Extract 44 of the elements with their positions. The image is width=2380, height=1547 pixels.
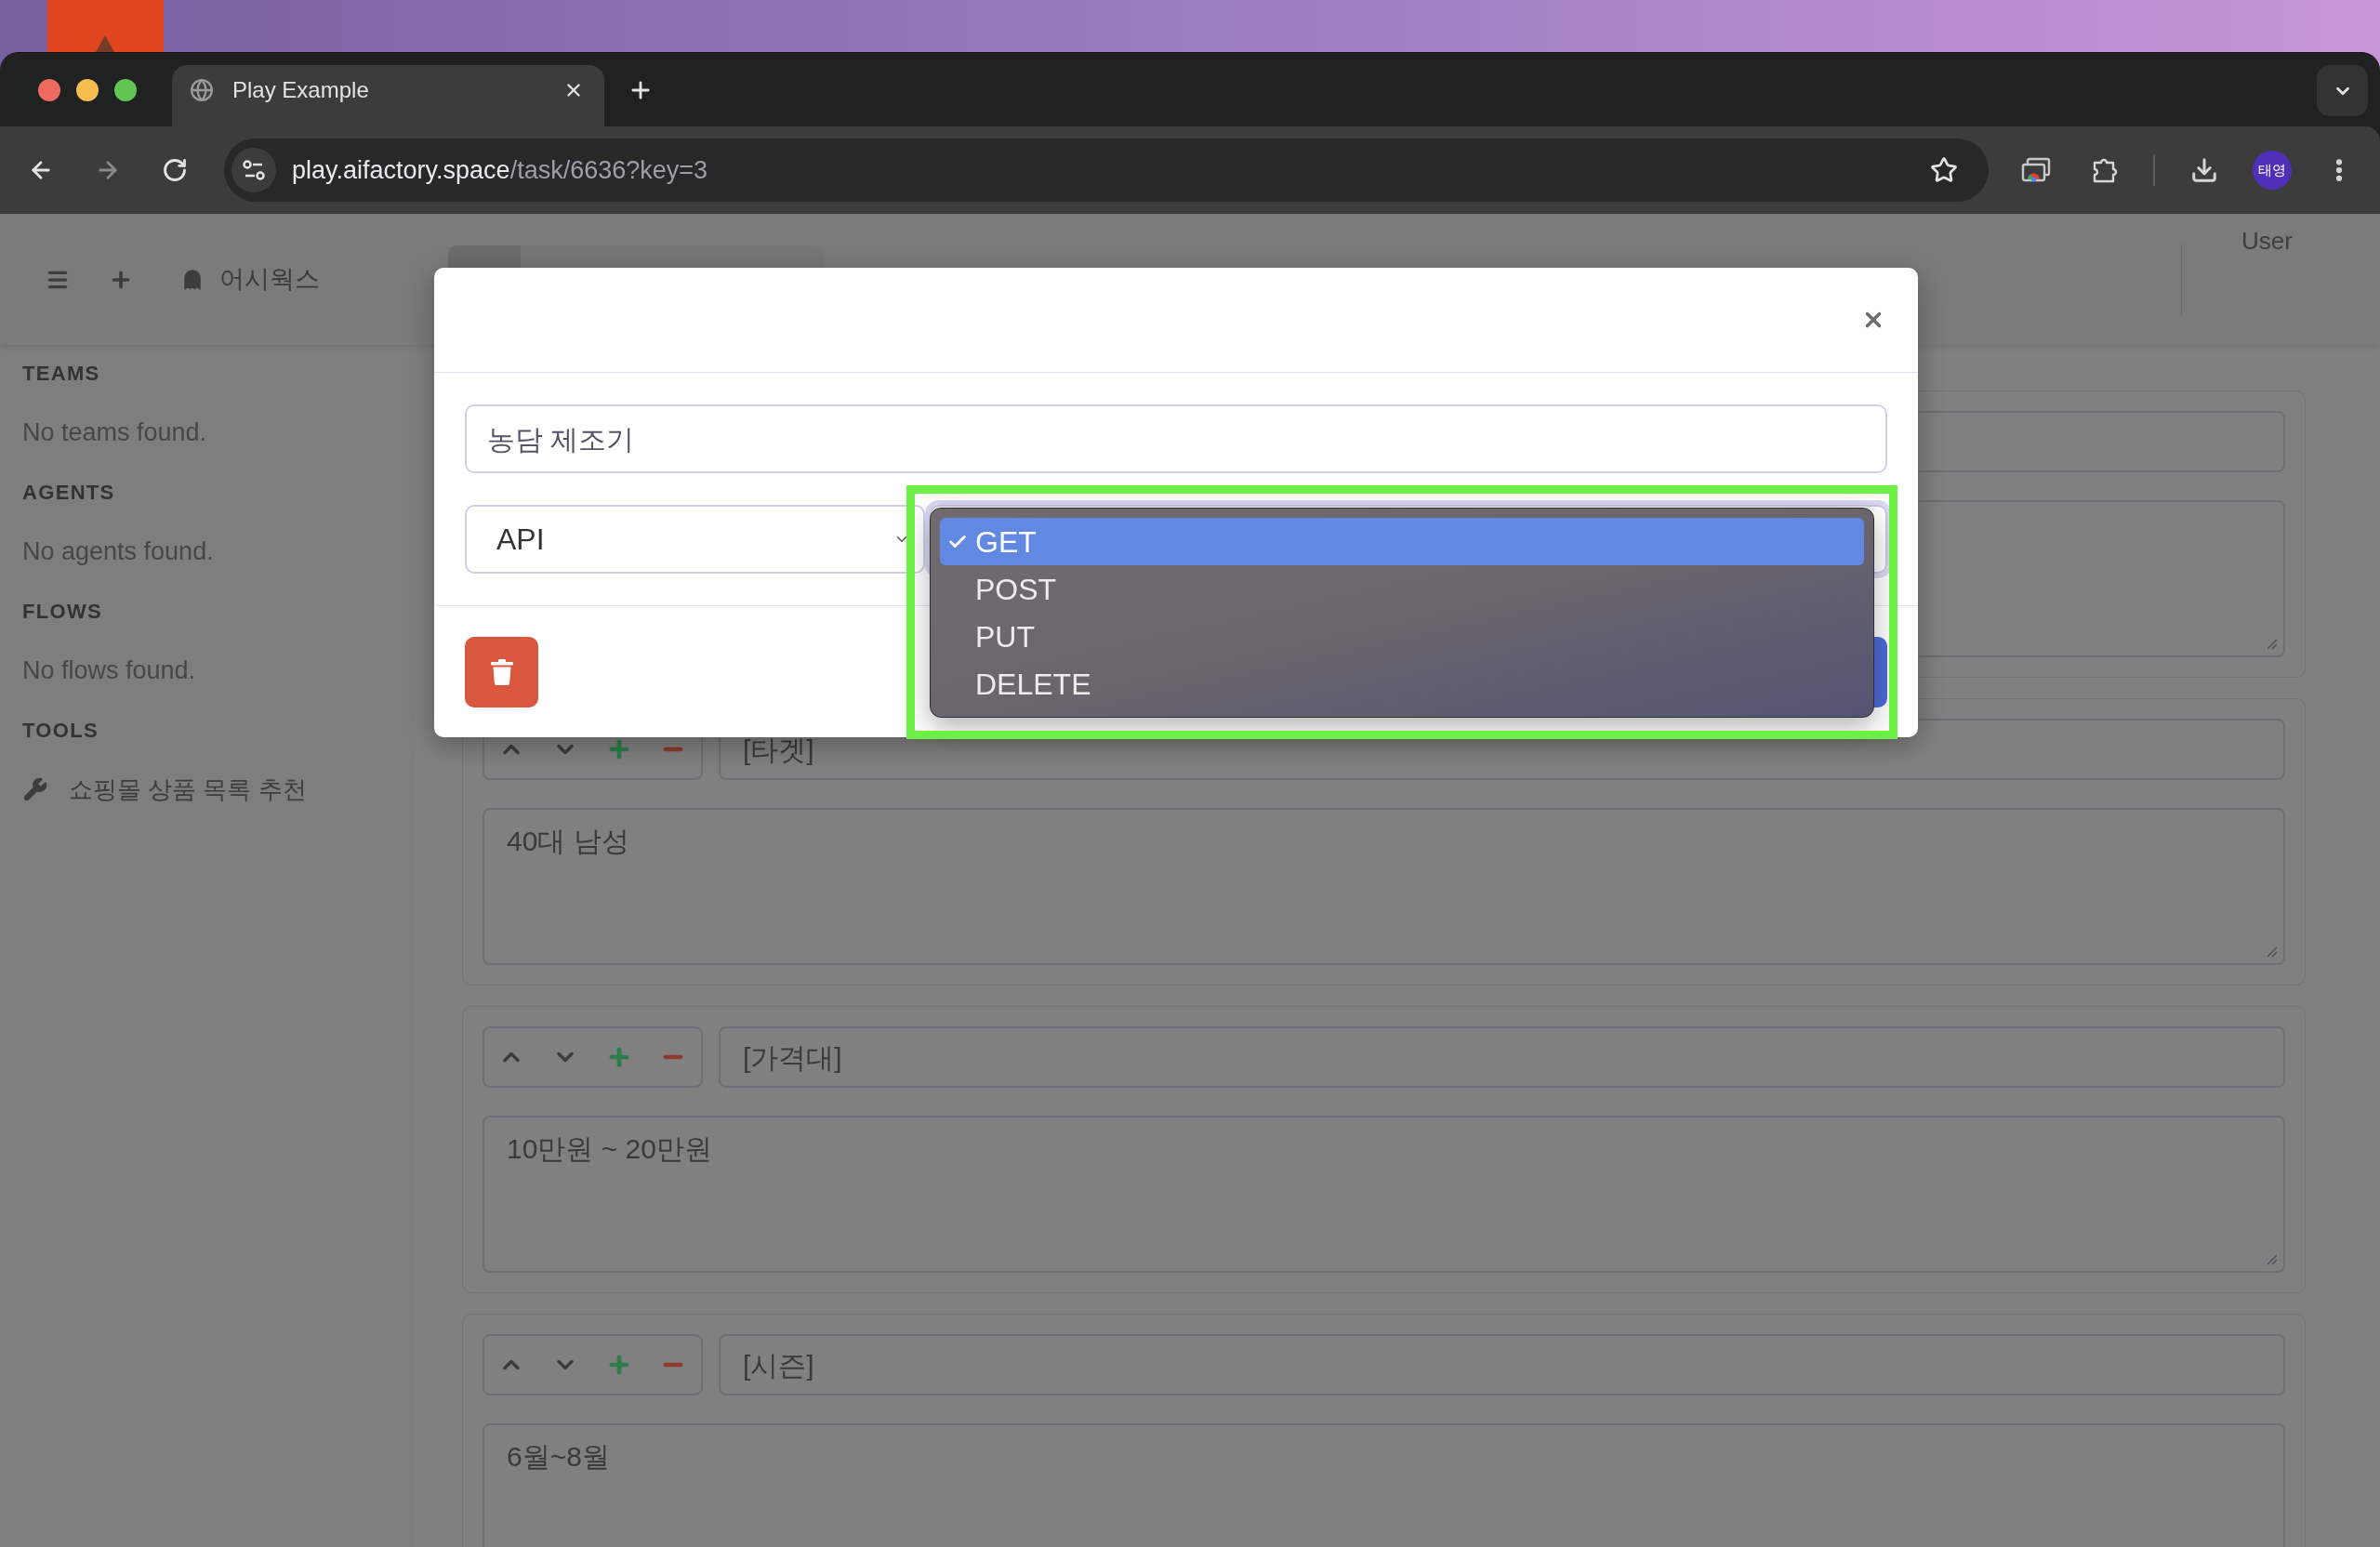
menu-option[interactable]: PUT xyxy=(940,613,1864,660)
resize-grip-icon[interactable] xyxy=(2265,1252,2278,1265)
menu-option[interactable]: POST xyxy=(940,565,1864,613)
reload-icon[interactable] xyxy=(162,157,188,183)
text-area[interactable]: 40대 남성 xyxy=(483,808,2285,965)
section-heading: AGENTS xyxy=(22,479,115,506)
close-window-icon[interactable] xyxy=(38,78,60,101)
menu-option[interactable]: GET xyxy=(940,518,1864,565)
resize-grip-icon[interactable] xyxy=(2265,637,2278,650)
workspace-name[interactable]: 어시웍스 xyxy=(219,260,320,298)
title-field[interactable]: [시즌] xyxy=(719,1334,2285,1395)
tab-list-button[interactable] xyxy=(2317,65,2368,116)
wrench-icon xyxy=(22,776,48,802)
empty-message: No flows found. xyxy=(22,654,196,686)
title-field[interactable]: [가격대] xyxy=(719,1026,2285,1088)
address-bar[interactable]: play.aifactory.space/task/6636?key=3 xyxy=(224,139,1989,202)
puzzle-icon[interactable] xyxy=(2091,156,2119,184)
profile-avatar[interactable]: 태영 xyxy=(2253,151,2292,190)
tool-link[interactable]: 쇼핑몰 상품 목록 추천 xyxy=(69,771,307,808)
section-heading: TEAMS xyxy=(22,360,100,387)
download-icon[interactable] xyxy=(2190,156,2218,184)
text-area[interactable]: 6월~8월 xyxy=(483,1423,2285,1547)
text-area[interactable]: 10만원 ~ 20만원 xyxy=(483,1116,2285,1273)
empty-message: No teams found. xyxy=(22,416,207,448)
type-select[interactable]: API xyxy=(465,505,925,574)
globe-icon xyxy=(190,78,214,102)
section-heading: FLOWS xyxy=(22,598,103,625)
zoom-window-icon[interactable] xyxy=(114,78,137,101)
trash-icon xyxy=(490,659,513,685)
browser-tab[interactable]: Play Example xyxy=(172,65,604,126)
url-text: play.aifactory.space/task/6636?key=3 xyxy=(292,154,708,186)
tab-title: Play Example xyxy=(232,76,369,104)
bookmark-star-icon[interactable] xyxy=(1930,156,1958,184)
resize-grip-icon[interactable] xyxy=(2265,945,2278,958)
name-field[interactable]: 농담 제조기 xyxy=(465,404,1887,473)
window-stack-icon[interactable] xyxy=(2021,157,2051,183)
minimize-window-icon[interactable] xyxy=(76,78,99,101)
menu-option[interactable]: DELETE xyxy=(940,660,1864,707)
site-settings-icon[interactable] xyxy=(231,148,276,192)
section-heading: TOOLS xyxy=(22,717,99,744)
ghost-icon xyxy=(181,267,204,292)
user-label[interactable]: User xyxy=(2241,223,2293,255)
empty-message: No agents found. xyxy=(22,536,214,567)
delete-button[interactable] xyxy=(465,637,538,707)
